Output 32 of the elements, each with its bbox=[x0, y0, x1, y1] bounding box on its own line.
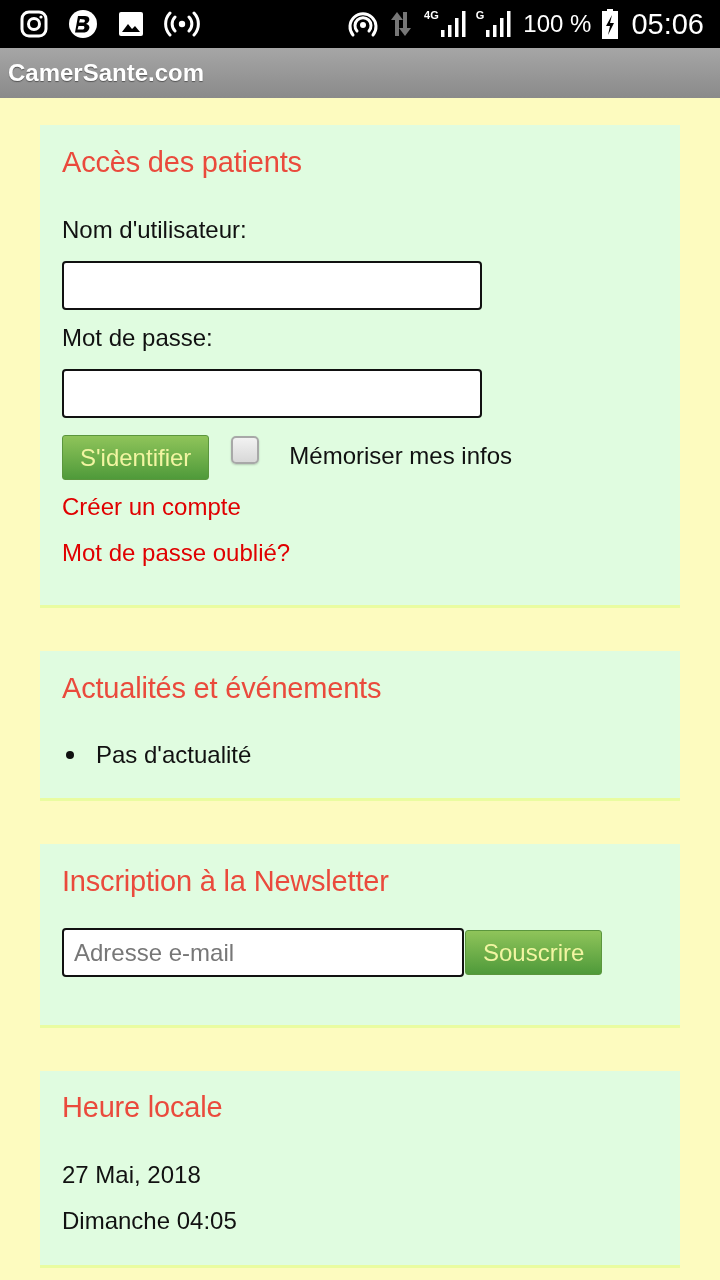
app-title: CamerSante.com bbox=[8, 59, 205, 87]
remember-label: Mémoriser mes infos bbox=[289, 441, 513, 471]
hotspot-icon bbox=[348, 10, 379, 38]
image-icon bbox=[118, 11, 144, 37]
input-field[interactable] bbox=[62, 261, 482, 310]
network-type-label: 4G bbox=[424, 9, 439, 21]
battery-percentage: 100 % bbox=[523, 10, 592, 38]
broadcast-icon bbox=[164, 11, 200, 37]
instagram-icon bbox=[20, 10, 48, 38]
remember-checkbox[interactable] bbox=[231, 436, 260, 464]
card-title: Accès des patients bbox=[62, 145, 303, 180]
battery-charging-icon bbox=[601, 9, 620, 39]
date-time-text: Dimanche 04:05 bbox=[62, 1206, 238, 1236]
text-link[interactable]: Créer un compte bbox=[62, 491, 241, 523]
input-field[interactable] bbox=[62, 369, 482, 418]
login-button[interactable]: S'identifier bbox=[62, 435, 210, 480]
network-type-label: G bbox=[475, 9, 485, 21]
signal-bars-icon bbox=[485, 11, 512, 37]
card-title: Actualités et événements bbox=[62, 671, 383, 706]
text-link[interactable]: Mot de passe oublié? bbox=[62, 537, 291, 569]
date-time-text: 27 Mai, 2018 bbox=[62, 1160, 202, 1190]
letter-b-icon bbox=[68, 9, 98, 39]
news-item: Pas d'actualité bbox=[96, 740, 252, 770]
card-title: Heure locale bbox=[62, 1090, 224, 1125]
bullet-icon bbox=[66, 751, 74, 759]
field-label: Mot de passe: bbox=[62, 323, 214, 353]
clock-time: 05:06 bbox=[631, 7, 704, 41]
signal-bars-icon bbox=[439, 11, 466, 37]
field-label: Nom d'utilisateur: bbox=[62, 215, 248, 245]
card-title: Inscription à la Newsletter bbox=[62, 864, 390, 899]
email-field[interactable]: Adresse e-mail bbox=[62, 928, 464, 977]
subscribe-button[interactable]: Souscrire bbox=[465, 930, 603, 975]
